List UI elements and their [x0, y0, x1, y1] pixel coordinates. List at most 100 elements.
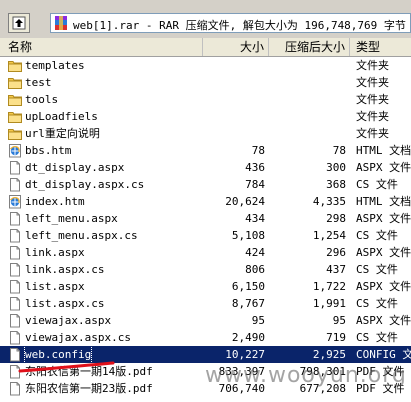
file-packed-size	[269, 57, 346, 74]
file-row[interactable]: viewajax.aspx 95 95 ASPX 文件	[0, 312, 411, 329]
file-name: index.htm	[25, 195, 85, 208]
file-type: ASPX 文件	[356, 280, 411, 293]
file-type: 文件夹	[356, 59, 389, 72]
file-name-cell: dt_display.aspx	[0, 159, 203, 176]
file-name: tools	[25, 93, 59, 106]
file-type: ASPX 文件	[356, 314, 411, 327]
file-packed-size: 298	[326, 212, 346, 225]
file-packed-size	[269, 91, 346, 108]
file-type: CS 文件	[356, 297, 398, 310]
file-name-cell: list.aspx.cs	[0, 295, 203, 312]
archive-path-field[interactable]: web[1].rar - RAR 压缩文件, 解包大小为 196,748,769…	[50, 13, 411, 33]
file-row[interactable]: dt_display.aspx 436 300 ASPX 文件	[0, 159, 411, 176]
file-type: 文件夹	[356, 76, 389, 89]
up-folder-button[interactable]	[8, 13, 30, 33]
file-name: dt_display.aspx.cs	[25, 178, 145, 191]
file-size: 6,150	[231, 280, 265, 293]
file-type: ASPX 文件	[356, 161, 411, 174]
file-type: CONFIG 文件	[356, 348, 411, 361]
file-icon	[8, 160, 22, 175]
file-name: templates	[25, 59, 85, 72]
file-packed-size	[269, 74, 346, 91]
file-row[interactable]: url重定向说明 文件夹	[0, 125, 411, 142]
file-size: 8,767	[231, 297, 265, 310]
file-name-cell: tools	[0, 91, 203, 108]
file-size: 434	[245, 212, 265, 225]
rar-archive-icon	[55, 16, 67, 30]
file-name-cell: url重定向说明	[0, 125, 203, 142]
file-icon	[8, 245, 22, 260]
watermark-text: www.wooyun.org	[205, 363, 407, 388]
folder-icon	[8, 126, 22, 141]
file-name-cell: link.aspx.cs	[0, 261, 203, 278]
file-size	[203, 91, 265, 108]
file-row[interactable]: left_menu.aspx.cs 5,108 1,254 CS 文件	[0, 227, 411, 244]
file-size: 78	[251, 144, 265, 157]
file-size: 436	[245, 161, 265, 174]
file-name: url重定向说明	[25, 127, 100, 140]
file-size	[203, 108, 265, 125]
file-packed-size: 1,722	[312, 280, 346, 293]
file-row[interactable]: link.aspx.cs 806 437 CS 文件	[0, 261, 411, 278]
file-packed-size: 78	[332, 144, 346, 157]
column-header-size[interactable]: 大小	[203, 38, 269, 56]
file-size	[203, 125, 265, 142]
file-icon	[8, 177, 22, 192]
file-row[interactable]: index.htm 20,624 4,335 HTML 文档	[0, 193, 411, 210]
file-name: link.aspx	[25, 246, 85, 259]
file-name-cell: viewajax.aspx.cs	[0, 329, 203, 346]
file-row[interactable]: left_menu.aspx 434 298 ASPX 文件	[0, 210, 411, 227]
html-icon	[8, 194, 22, 209]
file-name: dt_display.aspx	[25, 161, 125, 174]
file-name: link.aspx.cs	[25, 263, 105, 276]
file-row[interactable]: list.aspx.cs 8,767 1,991 CS 文件	[0, 295, 411, 312]
file-name: viewajax.aspx.cs	[25, 331, 131, 344]
file-type: 文件夹	[356, 93, 389, 106]
file-packed-size	[269, 125, 346, 142]
file-row[interactable]: viewajax.aspx.cs 2,490 719 CS 文件	[0, 329, 411, 346]
folder-icon	[8, 75, 22, 90]
folder-icon	[8, 58, 22, 73]
file-name-cell: left_menu.aspx	[0, 210, 203, 227]
file-row[interactable]: bbs.htm 78 78 HTML 文档	[0, 142, 411, 159]
file-name: bbs.htm	[25, 144, 72, 157]
file-row[interactable]: test 文件夹	[0, 74, 411, 91]
red-underline-annotation	[18, 361, 115, 373]
file-row[interactable]: tools 文件夹	[0, 91, 411, 108]
file-name: upLoadfiels	[25, 110, 98, 123]
file-packed-size: 95	[332, 314, 346, 327]
file-size: 424	[245, 246, 265, 259]
file-size: 806	[245, 263, 265, 276]
file-type: CS 文件	[356, 229, 398, 242]
file-row[interactable]: templates 文件夹	[0, 57, 411, 74]
file-name-cell: bbs.htm	[0, 142, 203, 159]
file-icon	[8, 262, 22, 277]
archive-path-text: web[1].rar - RAR 压缩文件, 解包大小为 196,748,769…	[73, 19, 406, 32]
file-packed-size	[269, 108, 346, 125]
file-name: left_menu.aspx	[25, 212, 118, 225]
file-type: HTML 文档	[356, 195, 411, 208]
column-header-packed-size[interactable]: 压缩后大小	[269, 38, 350, 56]
file-type: CS 文件	[356, 178, 398, 191]
file-name-cell: upLoadfiels	[0, 108, 203, 125]
address-bar: web[1].rar - RAR 压缩文件, 解包大小为 196,748,769…	[0, 6, 411, 38]
file-packed-size: 300	[326, 161, 346, 174]
file-name-cell: list.aspx	[0, 278, 203, 295]
column-header-name[interactable]: 名称	[0, 38, 203, 56]
file-type: ASPX 文件	[356, 212, 411, 225]
column-header-type[interactable]: 类型	[350, 38, 411, 56]
file-row[interactable]: dt_display.aspx.cs 784 368 CS 文件	[0, 176, 411, 193]
file-type: HTML 文档	[356, 144, 411, 157]
file-row[interactable]: list.aspx 6,150 1,722 ASPX 文件	[0, 278, 411, 295]
file-name: viewajax.aspx	[25, 314, 112, 327]
file-name: list.aspx	[25, 280, 85, 293]
file-row[interactable]: upLoadfiels 文件夹	[0, 108, 411, 125]
folder-icon	[8, 109, 22, 124]
file-name-cell: templates	[0, 57, 203, 74]
file-name: list.aspx.cs	[25, 297, 105, 310]
file-type: 文件夹	[356, 110, 389, 123]
file-row[interactable]: link.aspx 424 296 ASPX 文件	[0, 244, 411, 261]
file-packed-size: 368	[326, 178, 346, 191]
file-packed-size: 1,991	[312, 297, 346, 310]
file-icon	[8, 330, 22, 345]
